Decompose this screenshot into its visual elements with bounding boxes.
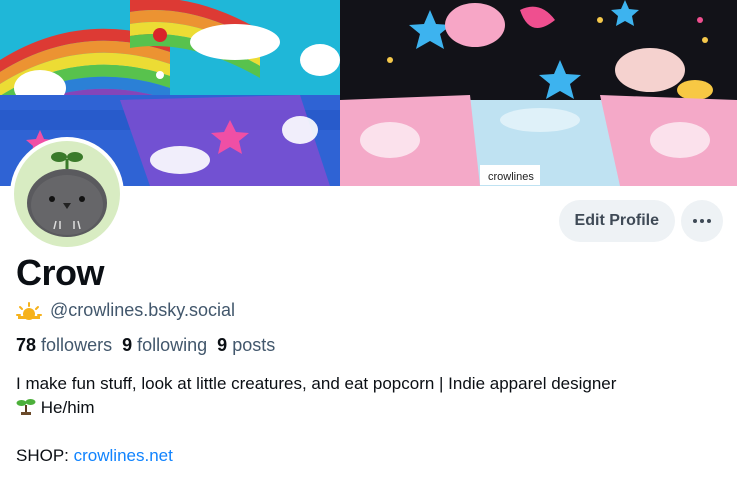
avatar[interactable] bbox=[10, 137, 124, 251]
banner-tag-text: crowlines bbox=[488, 171, 534, 183]
following-label: following bbox=[137, 335, 208, 355]
sun-behind-cloud-icon bbox=[16, 301, 42, 320]
posts-label: posts bbox=[232, 335, 276, 355]
avatar-image bbox=[14, 141, 120, 247]
display-name: Crow bbox=[16, 252, 105, 293]
bio-line-1: I make fun stuff, look at little creatur… bbox=[16, 374, 617, 393]
following-count: 9 bbox=[122, 335, 133, 355]
bio-line-2: He/him bbox=[16, 396, 731, 420]
followers-link[interactable]: 78 followers bbox=[16, 335, 112, 356]
profile-stats: 78 followers 9 following 9 posts bbox=[16, 335, 275, 356]
seedling-icon bbox=[16, 399, 36, 415]
shop-label: SHOP: bbox=[16, 446, 69, 465]
following-link[interactable]: 9 following bbox=[122, 335, 207, 356]
handle-text: @crowlines.bsky.social bbox=[50, 300, 235, 320]
pronouns-text: He/him bbox=[40, 398, 95, 417]
bio-spacer bbox=[16, 420, 731, 444]
bio-line-shop: SHOP: crowlines.net bbox=[16, 444, 731, 468]
posts-link[interactable]: 9 posts bbox=[217, 335, 275, 356]
followers-count: 78 bbox=[16, 335, 37, 355]
handle-row: @crowlines.bsky.social bbox=[16, 300, 235, 321]
more-options-button[interactable] bbox=[681, 200, 723, 242]
followers-label: followers bbox=[41, 335, 113, 355]
shop-link[interactable]: crowlines.net bbox=[74, 446, 173, 465]
profile-actions: Edit Profile bbox=[558, 200, 723, 242]
posts-count: 9 bbox=[217, 335, 228, 355]
edit-profile-button[interactable]: Edit Profile bbox=[558, 200, 675, 242]
ellipsis-icon bbox=[693, 219, 711, 223]
profile-bio: I make fun stuff, look at little creatur… bbox=[16, 372, 731, 468]
